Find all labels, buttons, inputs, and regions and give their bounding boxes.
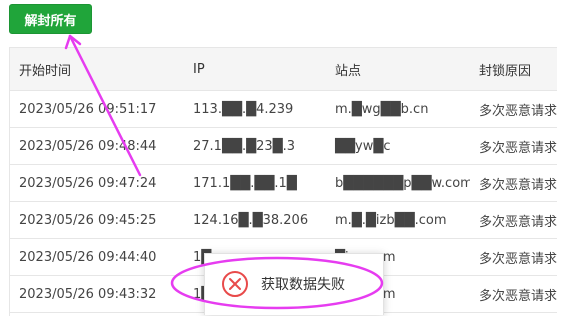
cell-start-time: 2023/05/26 09:44:40: [10, 238, 184, 276]
cell-start-time: 2023/05/26 09:47:24: [10, 164, 184, 202]
cell-reason: 多次恶意请求: [470, 238, 558, 276]
table-row[interactable]: 2023/05/26 09:45:25 124.16█.█38.206 m.█.…: [10, 201, 558, 239]
vertical-scrollbar[interactable]: [557, 0, 571, 315]
table-header-row: 开始时间 IP 站点 封锁原因: [10, 48, 558, 91]
cell-reason: 多次恶意请求: [470, 90, 558, 128]
cell-ip: 124.16█.█38.206: [184, 201, 326, 239]
error-toast: 获取数据失败: [204, 253, 384, 315]
toast-message: 获取数据失败: [261, 277, 345, 293]
column-header-block-reason[interactable]: 封锁原因: [470, 48, 558, 91]
cell-ip: 113.██.█4.239: [184, 90, 326, 128]
cell-reason: 多次恶意请求: [470, 127, 558, 165]
cell-reason: 多次恶意请求: [470, 275, 558, 313]
unblock-all-button[interactable]: 解封所有: [9, 4, 92, 34]
cell-site: m.█.█izb██.com: [326, 201, 470, 239]
cell-site: b██████p██w.com: [326, 164, 470, 202]
cell-start-time: 2023/05/26 09:48:44: [10, 127, 184, 165]
table-row[interactable]: 2023/05/26 09:51:17 113.██.█4.239 m.█wg█…: [10, 90, 558, 128]
column-header-ip[interactable]: IP: [184, 48, 326, 91]
cell-reason: 多次恶意请求: [470, 164, 558, 202]
column-header-start-time[interactable]: 开始时间: [10, 48, 184, 91]
cell-start-time: 2023/05/26 09:51:17: [10, 90, 184, 128]
error-circle-icon: [222, 271, 248, 297]
table-row[interactable]: 2023/05/26 09:48:44 27.1██.█23█.3 ██yw█c…: [10, 127, 558, 165]
column-header-site[interactable]: 站点: [326, 48, 470, 91]
table-row[interactable]: 2023/05/26 09:47:24 171.1██.██.1█ b█████…: [10, 164, 558, 202]
cell-site: ██yw█c: [326, 127, 470, 165]
cell-ip: 171.1██.██.1█: [184, 164, 326, 202]
cell-start-time: 2023/05/26 09:45:25: [10, 201, 184, 239]
cell-site: m.█wg██b.cn: [326, 90, 470, 128]
cell-start-time: 2023/05/26 09:43:32: [10, 275, 184, 313]
cell-ip: 27.1██.█23█.3: [184, 127, 326, 165]
cell-reason: 多次恶意请求: [470, 201, 558, 239]
